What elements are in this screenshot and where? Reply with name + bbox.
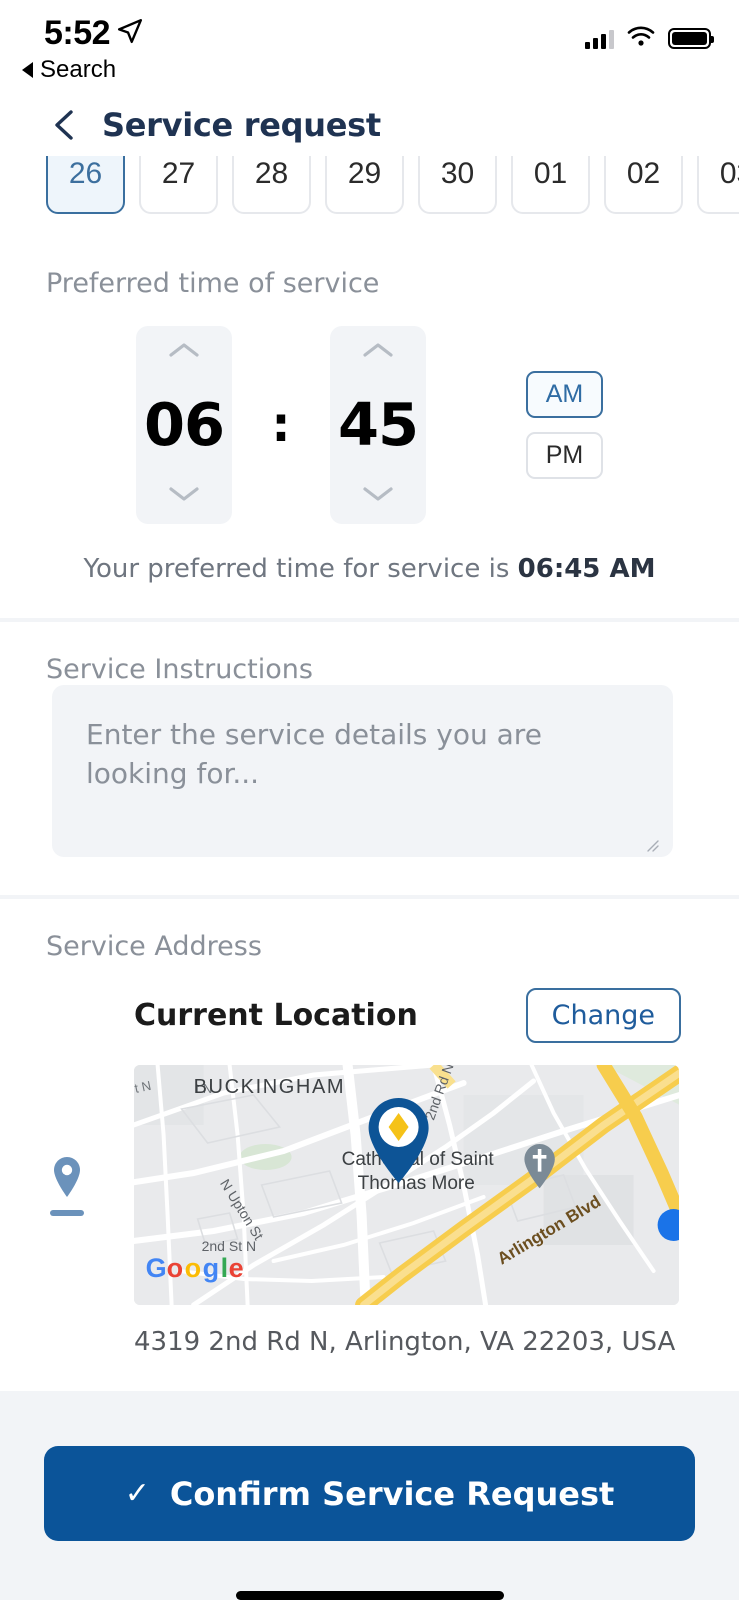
date-chip[interactable]: 30 [418,156,497,214]
address-title: Current Location [134,998,418,1033]
instructions-input-wrap [0,685,739,861]
date-chip[interactable]: 29 [325,156,404,214]
confirm-button-label: Confirm Service Request [169,1474,615,1513]
hour-spinner[interactable]: 06 [136,326,232,524]
date-chip[interactable]: 02 [604,156,683,214]
time-summary-prefix: Your preferred time for service is [83,554,510,584]
svg-text:o: o [166,1253,183,1283]
home-indicator [235,1591,504,1600]
address-header: Current Location Change [0,962,739,1043]
status-bar-indicators [585,26,714,51]
minute-decrement-button[interactable] [361,484,395,508]
confirm-service-request-button[interactable]: ✓ Confirm Service Request [44,1446,695,1541]
page-title: Service request [102,106,381,144]
map-row: t N t N BUCKINGHAM N Upton St 2nd Rd N 2… [0,1043,739,1305]
schedule-card: 2627282930010203 Preferred time of servi… [0,156,739,618]
footer-bar: ✓ Confirm Service Request [0,1391,739,1600]
back-triangle-icon [22,62,33,78]
hour-increment-button[interactable] [167,340,201,364]
nav-header: Service request [0,94,739,156]
minute-value: 45 [337,389,419,459]
chevron-left-icon[interactable] [52,109,76,141]
svg-text:e: e [228,1253,243,1283]
meridiem-option-pm[interactable]: PM [526,432,603,479]
preferred-time-label: Preferred time of service [46,268,380,299]
date-chip[interactable]: 01 [511,156,590,214]
map-label-2nd-st-n: 2nd St N [201,1238,255,1254]
svg-text:l: l [220,1253,228,1283]
map-label-cathedral-line2: Thomas More [357,1173,474,1194]
map-graphic: t N t N BUCKINGHAM N Upton St 2nd Rd N 2… [133,1065,679,1305]
wifi-icon [627,26,655,51]
svg-text:g: g [202,1253,219,1283]
instructions-textarea[interactable] [52,685,673,857]
back-to-search-label: Search [40,56,117,83]
address-pin-group [0,1155,134,1216]
time-picker[interactable]: 06 : 45 AM PM [0,299,739,524]
date-chip[interactable]: 27 [139,156,218,214]
meridiem-option-am[interactable]: AM [526,371,603,418]
location-map[interactable]: t N t N BUCKINGHAM N Upton St 2nd Rd N 2… [133,1065,679,1305]
minute-increment-button[interactable] [361,340,395,364]
scroll-content[interactable]: 2627282930010203 Preferred time of servi… [0,156,739,1391]
time-summary-value: 06:45 AM [517,554,656,584]
location-arrow-icon [117,18,143,48]
svg-text:G: G [145,1253,166,1283]
hour-decrement-button[interactable] [167,484,201,508]
address-card: Service Address Current Location Change [0,899,739,1391]
minute-spinner[interactable]: 45 [330,326,426,524]
map-pin-icon [50,1155,84,1203]
instructions-label: Service Instructions [46,654,313,685]
hour-value: 06 [143,389,225,459]
change-address-button[interactable]: Change [525,988,681,1043]
svg-text:o: o [184,1253,201,1283]
cellular-signal-icon [585,29,614,49]
full-address-text: 4319 2nd Rd N, Arlington, VA 22203, USA [134,1327,676,1357]
app-screen: 5:52 Search Service request 26 27 28 29 … [0,0,739,1600]
date-chip[interactable]: 28 [232,156,311,214]
pin-underline [49,1209,84,1216]
time-summary: Your preferred time for service is 06:45… [0,524,739,618]
time-separator: : [271,397,291,453]
date-chip[interactable]: 03 [697,156,739,214]
map-label-buckingham: BUCKINGHAM [193,1076,345,1098]
date-chip-list[interactable]: 2627282930010203 [0,156,739,236]
instructions-textarea-box [52,685,673,861]
date-strip[interactable]: 2627282930010203 [0,156,739,236]
status-bar: 5:52 Search [0,0,739,94]
battery-full-icon [668,28,714,49]
status-bar-time: 5:52 [44,14,111,52]
meridiem-toggle[interactable]: AM PM [526,371,603,479]
check-icon: ✓ [124,1476,150,1511]
instructions-card: Service Instructions [0,622,739,895]
back-to-search-link[interactable]: Search [22,56,116,84]
date-chip[interactable]: 26 [46,156,125,214]
address-label: Service Address [46,931,262,962]
google-logo: G o o g l e [145,1253,243,1283]
